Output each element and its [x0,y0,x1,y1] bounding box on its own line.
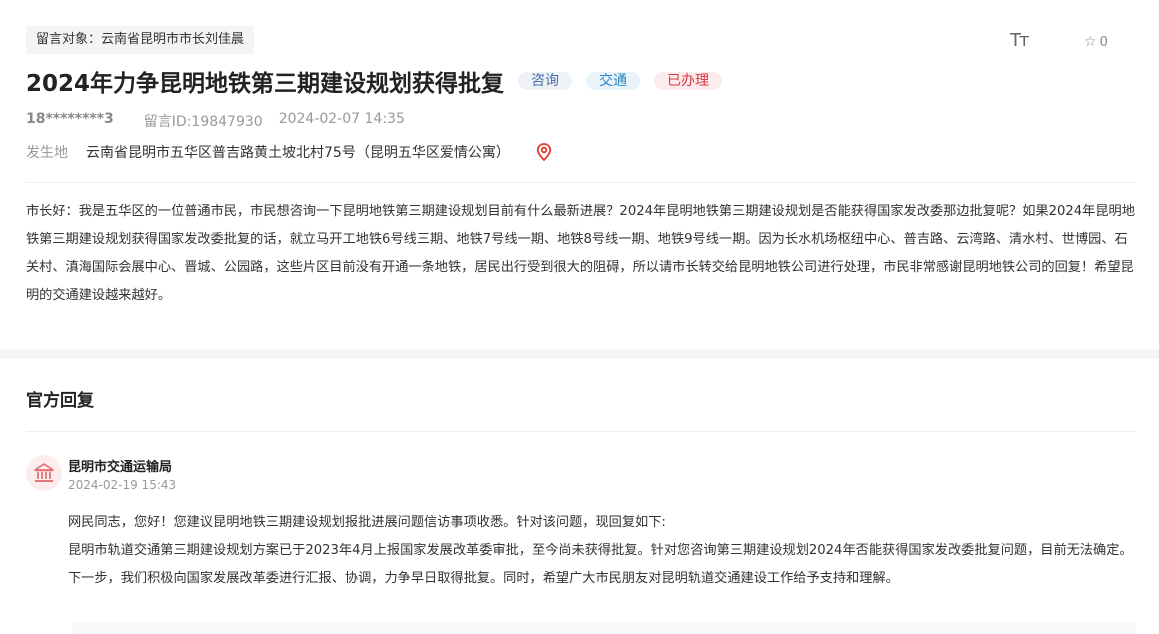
place-row: 发生地 云南省昆明市五华区普吉路黄土坡北村75号（昆明五华区爱情公寓） [26,142,552,162]
star-icon: ☆ [1084,34,1097,50]
place-label: 发生地 [26,145,68,161]
message-datetime: 2024-02-07 14:35 [278,111,405,127]
message-content: 市长好：我是五华区的一位普通市民，市民想咨询一下昆明地铁第三期建设规划目前有什么… [26,204,1135,303]
meta-row: 18********3 留言ID:19847930 2024-02-07 14:… [26,111,405,131]
divider [26,182,1136,183]
font-size-icon[interactable]: Tт [1010,30,1030,51]
section-separator [0,349,1159,359]
reply-footer-box [72,622,1136,634]
category-tag-consult: 咨询 [518,72,573,90]
message-id: 留言ID:19847930 [143,114,263,130]
place-value: 云南省昆明市五华区普吉路黄土坡北村75号（昆明五华区爱情公寓） [86,145,510,161]
location-pin-icon[interactable] [536,143,552,162]
message-target-tag: 留言对象：云南省昆明市市长刘佳晨 [26,26,255,54]
reply-heading: 官方回复 [26,391,94,411]
message-section: 留言对象：云南省昆明市市长刘佳晨 Tт ☆ 0 2024年力争昆明地铁第三期建设规… [0,0,1159,349]
reply-paragraph: 昆明市轨道交通第三期建设规划方案已于2023年4月上报国家发展改革委审批，至今尚… [68,543,1133,586]
favorite-button[interactable]: ☆ 0 [1084,34,1108,50]
favorite-count: 0 [1099,35,1108,50]
divider [26,431,1136,432]
title-row: 2024年力争昆明地铁第三期建设规划获得批复 咨询 交通 已办理 [26,64,723,98]
government-building-icon [26,455,62,491]
reply-org-name: 昆明市交通运输局 [68,460,173,475]
status-badge: 已办理 [654,72,723,90]
page-title: 2024年力争昆明地铁第三期建设规划获得批复 [26,71,505,97]
reply-content: 网民同志，您好！您建议昆明地铁三期建设规划报批进展问题信访事项收悉。针对该问题，… [68,509,1138,593]
reply-paragraph: 网民同志，您好！您建议昆明地铁三期建设规划报批进展问题信访事项收悉。针对该问题，… [68,515,666,530]
category-tag-traffic: 交通 [586,72,641,90]
user-id: 18********3 [26,111,114,127]
reply-date: 2024-02-19 15:43 [68,478,177,492]
